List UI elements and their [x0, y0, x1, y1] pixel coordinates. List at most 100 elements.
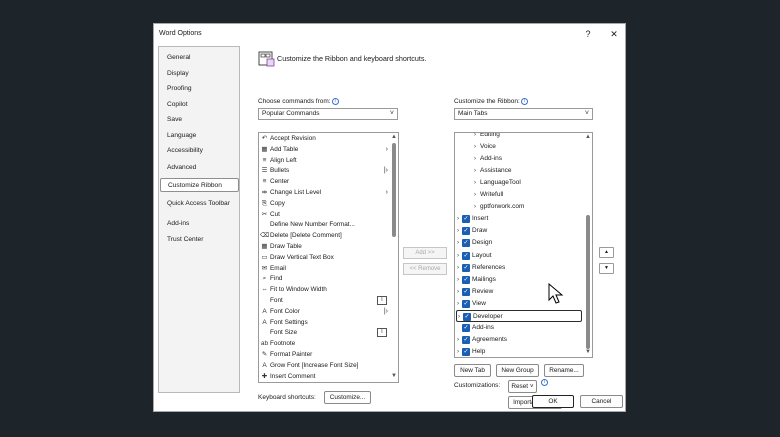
expand-chevron-icon[interactable]: › [457, 274, 459, 286]
nav-item-customize-ribbon[interactable]: Customize Ribbon [160, 178, 239, 192]
expand-chevron-icon[interactable]: › [457, 250, 459, 262]
new-tab-button[interactable]: New Tab [454, 364, 491, 377]
move-down-button[interactable]: ▼ [599, 263, 614, 274]
command-item[interactable]: ≡ Center [260, 176, 388, 187]
command-item[interactable]: Font I [260, 295, 388, 306]
command-item[interactable]: ↶ Accept Revision [260, 133, 388, 144]
checkbox-checked-icon[interactable]: ✓ [462, 275, 470, 284]
checkbox-checked-icon[interactable]: ✓ [462, 251, 470, 260]
ribbon-tab-item[interactable]: › ✓ Draw [456, 225, 582, 237]
command-item[interactable]: ⇔ Fit to Window Width [260, 284, 388, 295]
command-item[interactable]: ✉ Email [260, 263, 388, 274]
ribbon-tab-item[interactable]: › ✓ References [456, 262, 582, 274]
ribbon-tab-item[interactable]: › Voice [456, 141, 582, 153]
info-icon[interactable]: i [541, 379, 548, 386]
command-item[interactable]: ⌕ Find [260, 273, 388, 284]
ribbon-tab-item[interactable]: › Assistance [456, 165, 582, 177]
new-group-button[interactable]: New Group [496, 364, 539, 377]
ribbon-tab-item[interactable]: › Editing [456, 133, 582, 141]
nav-item-language[interactable]: Language [160, 129, 239, 143]
command-item[interactable]: A Font Color |› [260, 306, 388, 317]
command-item[interactable]: A Grow Font [Increase Font Size] [260, 360, 388, 371]
expand-chevron-icon[interactable]: › [474, 141, 476, 153]
checkbox-checked-icon[interactable]: ✓ [462, 227, 470, 236]
expand-chevron-icon[interactable]: › [457, 334, 459, 346]
ribbon-tab-item[interactable]: ✓ Add-ins [456, 322, 582, 334]
expand-chevron-icon[interactable]: › [474, 189, 476, 201]
nav-item-save[interactable]: Save [160, 113, 239, 127]
nav-item-proofing[interactable]: Proofing [160, 82, 239, 96]
ribbon-tab-item[interactable]: › gptforwork.com [456, 201, 582, 213]
remove-button[interactable]: << Remove [403, 263, 447, 275]
checkbox-checked-icon[interactable]: ✓ [462, 335, 470, 344]
cancel-button[interactable]: Cancel [580, 395, 623, 408]
expand-chevron-icon[interactable]: › [457, 298, 459, 310]
expand-chevron-icon[interactable]: › [457, 237, 459, 249]
checkbox-checked-icon[interactable]: ✓ [463, 312, 471, 321]
expand-chevron-icon[interactable]: › [474, 201, 476, 213]
ribbon-tab-item[interactable]: › Writefull [456, 189, 582, 201]
add-button[interactable]: Add >> [403, 247, 447, 259]
ribbon-tab-item[interactable]: › Add-ins [456, 153, 582, 165]
checkbox-checked-icon[interactable]: ✓ [462, 239, 470, 248]
ok-button[interactable]: OK [532, 395, 574, 408]
expand-chevron-icon[interactable]: › [474, 165, 476, 177]
command-item[interactable]: ✂ Cut [260, 209, 388, 220]
nav-item-advanced[interactable]: Advanced [160, 161, 239, 175]
checkbox-checked-icon[interactable]: ✓ [462, 287, 470, 296]
ribbon-tab-item[interactable]: › LanguageTool [456, 177, 582, 189]
ribbon-tab-item[interactable]: › ✓ Help [456, 346, 582, 357]
command-item[interactable]: ≡ Align Left [260, 155, 388, 166]
checkbox-checked-icon[interactable]: ✓ [462, 323, 470, 332]
command-item[interactable]: ⌫ Delete [Delete Comment] [260, 230, 388, 241]
expand-chevron-icon[interactable]: › [457, 225, 459, 237]
scroll-down-icon[interactable]: ▼ [390, 373, 398, 379]
ribbon-tree[interactable]: › Editing › Voice › Add-ins › Assistance › Langua… [454, 132, 593, 358]
ribbon-tab-item[interactable]: › ✓ Layout [456, 250, 582, 262]
expand-chevron-icon[interactable]: › [474, 177, 476, 189]
ribbon-tab-item[interactable]: › ✓ Insert [456, 213, 582, 225]
rename-button[interactable]: Rename... [544, 364, 584, 377]
checkbox-checked-icon[interactable]: ✓ [462, 263, 470, 272]
command-item[interactable]: Font Size I [260, 327, 388, 338]
nav-item-add-ins[interactable]: Add-ins [160, 217, 239, 231]
expand-chevron-icon[interactable]: › [474, 153, 476, 165]
move-up-button[interactable]: ▲ [599, 247, 614, 258]
command-item[interactable]: ▭ Draw Vertical Text Box [260, 252, 388, 263]
command-item[interactable]: ⇹ Change List Level › [260, 187, 388, 198]
nav-item-copilot[interactable]: Copilot [160, 98, 239, 112]
scroll-thumb[interactable] [392, 143, 396, 237]
command-item[interactable]: ✎ Format Painter [260, 349, 388, 360]
command-item[interactable]: ab Footnote [260, 338, 388, 349]
expand-chevron-icon[interactable]: › [457, 213, 459, 225]
commands-list[interactable]: ↶ Accept Revision ▦ Add Table › ≡ Align Left ☰ B… [258, 132, 399, 383]
checkbox-checked-icon[interactable]: ✓ [462, 347, 470, 356]
scroll-up-icon[interactable]: ▲ [390, 134, 398, 140]
scroll-down-icon[interactable]: ▼ [584, 349, 592, 355]
customize-shortcuts-button[interactable]: Customize... [324, 391, 371, 404]
help-button[interactable]: ? [579, 27, 597, 41]
commands-scrollbar[interactable]: ▲ ▼ [390, 133, 398, 382]
expand-chevron-icon[interactable]: › [457, 262, 459, 274]
nav-item-quick-access-toolbar[interactable]: Quick Access Toolbar [160, 197, 239, 211]
checkbox-checked-icon[interactable]: ✓ [462, 299, 470, 308]
command-item[interactable]: ☰ Bullets |› [260, 165, 388, 176]
ribbon-tab-item[interactable]: › ✓ Design [456, 237, 582, 249]
nav-item-accessibility[interactable]: Accessibility [160, 144, 239, 158]
reset-button[interactable]: Reset ˅ [508, 380, 537, 393]
info-icon[interactable]: i [331, 98, 339, 105]
command-item[interactable]: ⎘ Copy [260, 198, 388, 209]
ribbon-scrollbar[interactable]: ▲ ▼ [584, 133, 592, 357]
nav-item-display[interactable]: Display [160, 67, 239, 81]
scroll-thumb[interactable] [586, 215, 590, 349]
command-item[interactable]: A Font Settings [260, 317, 388, 328]
expand-chevron-icon[interactable]: › [457, 346, 459, 357]
command-item[interactable]: ▦ Add Table › [260, 144, 388, 155]
ribbon-tab-item[interactable]: › ✓ Developer [456, 309, 582, 322]
scroll-up-icon[interactable]: ▲ [584, 134, 592, 140]
choose-commands-select[interactable]: Popular Commands ˅ [258, 108, 398, 120]
command-item[interactable]: Define New Number Format... [260, 219, 388, 230]
command-item[interactable]: ✚ Insert Comment [260, 371, 388, 382]
expand-chevron-icon[interactable]: › [474, 133, 476, 141]
ribbon-tab-item[interactable]: › ✓ Agreements [456, 334, 582, 346]
